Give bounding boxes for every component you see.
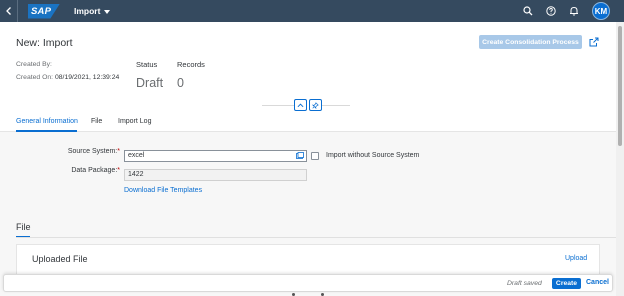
app-title-menu[interactable]: Import [74, 6, 111, 16]
back-icon [5, 7, 11, 15]
uploaded-file-panel: Uploaded File Upload [16, 244, 600, 274]
source-system-label: Source System:* [40, 148, 120, 155]
sap-logo[interactable]: SAP [28, 3, 60, 19]
upload-link[interactable]: Upload [565, 255, 587, 262]
source-system-value: excel [128, 152, 145, 159]
search-icon[interactable] [523, 6, 533, 16]
source-system-input[interactable]: excel [124, 150, 307, 162]
data-package-label-text: Data Package: [71, 167, 118, 174]
chevron-up-icon [297, 103, 304, 107]
cancel-button[interactable]: Cancel [586, 279, 609, 286]
source-system-label-text: Source System: [67, 148, 118, 155]
header-divider-left [262, 105, 295, 106]
file-section-title: File [16, 222, 31, 232]
shell-bar: SAP Import KM [0, 0, 624, 22]
share-icon[interactable] [589, 37, 599, 47]
data-package-label: Data Package:* [40, 167, 120, 174]
scrollbar-thumb[interactable] [618, 26, 622, 146]
tab-import-log[interactable]: Import Log [118, 118, 151, 125]
import-without-source-system-label: Import without Source System [326, 152, 420, 159]
pin-header-button[interactable] [309, 99, 322, 111]
back-button[interactable] [0, 0, 18, 22]
created-on-value: 08/19/2021, 12:39:24 [55, 74, 120, 81]
status-value: Draft [136, 76, 164, 90]
collapse-header-button[interactable] [294, 99, 307, 111]
notification-icon[interactable] [569, 6, 579, 16]
create-consolidation-process-button[interactable]: Create Consolidation Process [479, 35, 582, 49]
app-title: Import [74, 6, 101, 16]
tab-file[interactable]: File [91, 118, 102, 125]
help-icon[interactable] [546, 6, 556, 16]
uploaded-file-title: Uploaded File [32, 254, 88, 264]
status-label: Status [136, 60, 158, 69]
data-package-value: 1422 [128, 171, 144, 178]
chevron-down-icon [104, 9, 111, 14]
header-divider-right [322, 105, 350, 106]
required-marker: * [117, 167, 120, 174]
import-without-source-system-checkbox[interactable] [311, 152, 319, 160]
created-by-label: Created By: [16, 61, 52, 68]
download-file-templates-link[interactable]: Download File Templates [124, 187, 202, 194]
created-on-label: Created On: [16, 74, 54, 81]
draft-saved-status: Draft saved [507, 280, 542, 287]
data-package-field: 1422 [124, 169, 307, 181]
page-title: New: Import [16, 37, 73, 49]
section-divider [16, 237, 616, 238]
records-value: 0 [177, 76, 184, 90]
footer-toolbar: Draft saved Create Cancel [3, 274, 613, 292]
avatar[interactable]: KM [592, 2, 610, 20]
tab-general-information[interactable]: General Information [16, 118, 78, 125]
vertical-scrollbar[interactable] [616, 22, 624, 296]
required-marker: * [117, 148, 120, 155]
tab-bar: General Information File Import Log [0, 112, 624, 132]
create-button[interactable]: Create [552, 278, 581, 289]
pin-icon [312, 101, 319, 109]
records-label: Records [177, 60, 205, 69]
section-title-underline [16, 236, 30, 237]
value-help-icon[interactable] [296, 152, 304, 160]
content-area: Source System:* excel Import without Sou… [0, 132, 616, 296]
